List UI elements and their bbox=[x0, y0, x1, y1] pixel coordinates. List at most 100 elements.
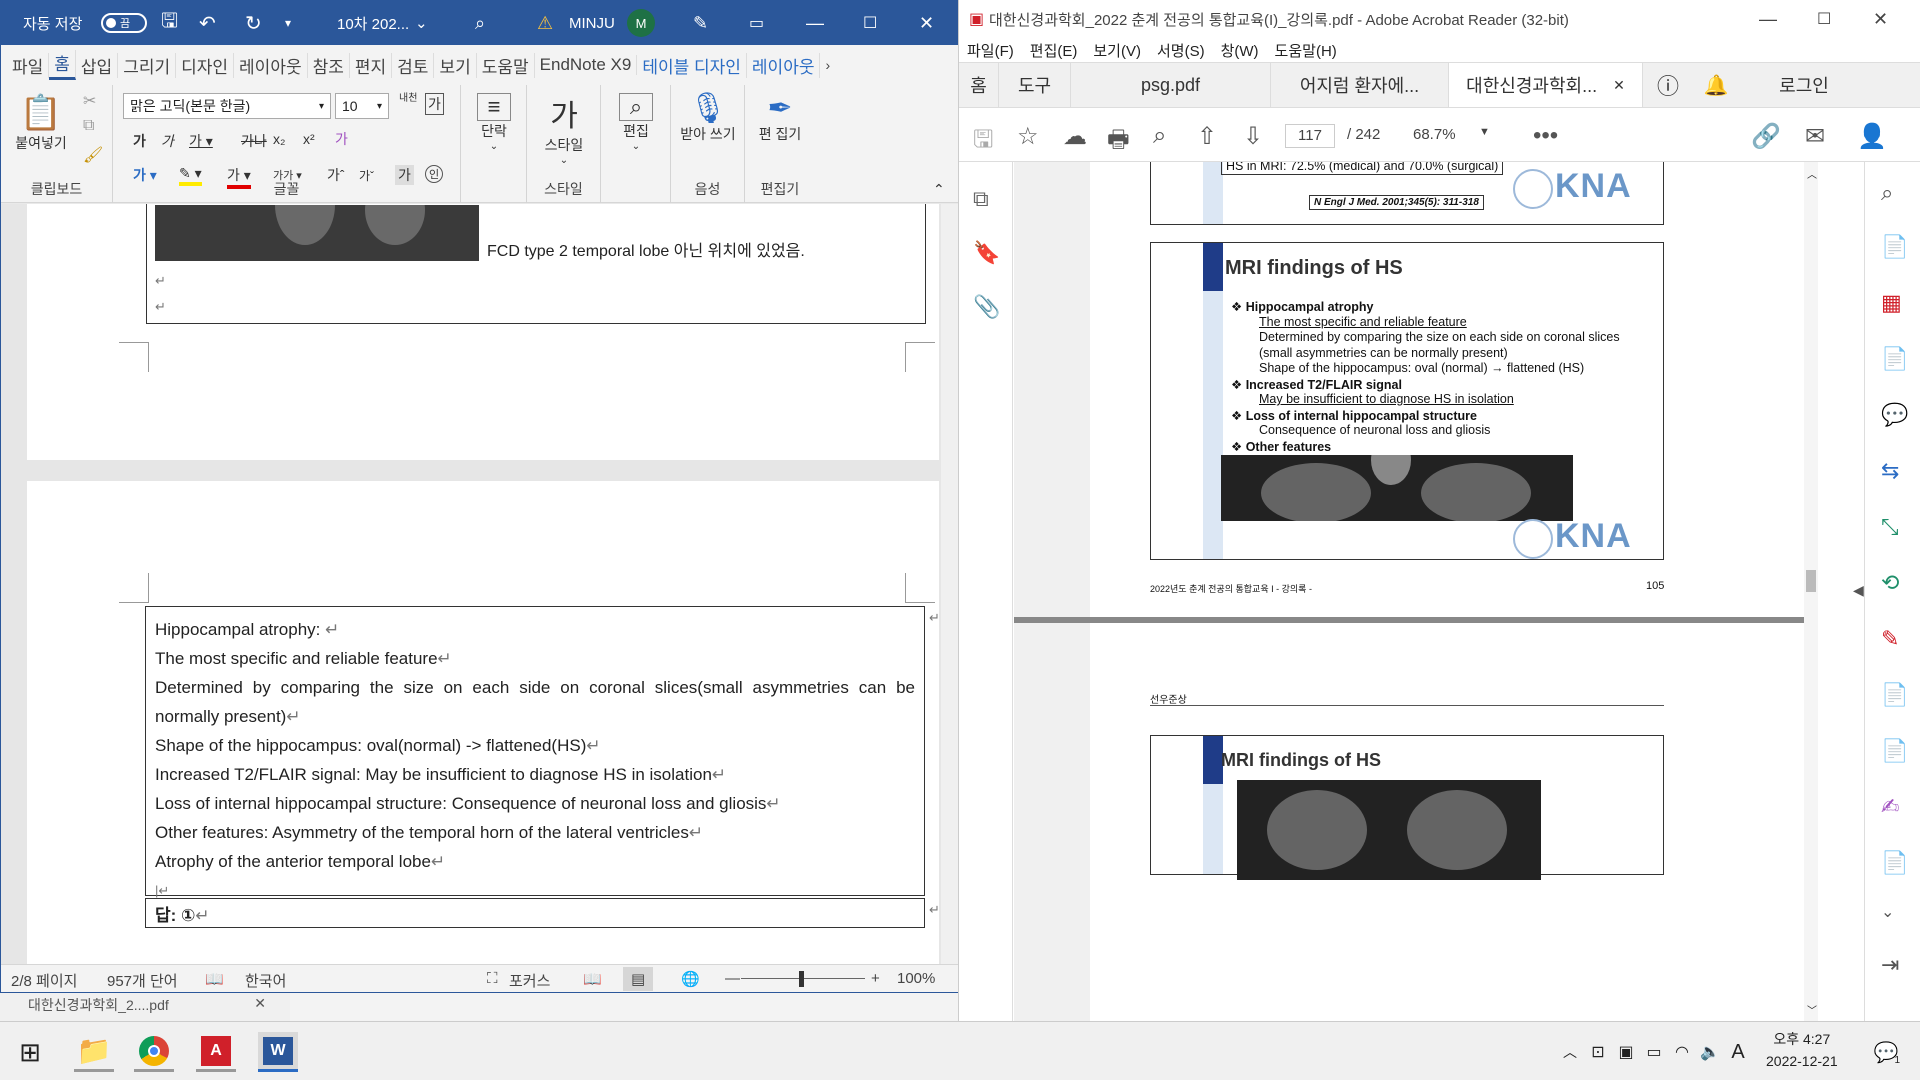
doc-title[interactable]: 10차 202... bbox=[337, 1, 409, 45]
font-size-select[interactable]: 10 ▾ bbox=[335, 93, 389, 119]
autosave-toggle[interactable]: 끔 bbox=[101, 1, 147, 45]
cut-icon[interactable]: ✂ bbox=[83, 91, 96, 111]
notification-icon[interactable]: 💬 1 bbox=[1866, 1032, 1906, 1072]
clear-format-icon[interactable]: 가 bbox=[425, 93, 444, 115]
tab-insert[interactable]: 삽입 bbox=[76, 52, 119, 78]
tab-design[interactable]: 디자인 bbox=[176, 52, 235, 78]
acrobat-icon[interactable]: A bbox=[196, 1032, 236, 1072]
zoom-icon[interactable]: ⌕ bbox=[1881, 180, 1893, 206]
pen-icon[interactable]: ✎ bbox=[693, 1, 708, 45]
notes-table-cell[interactable]: Hippocampal atrophy: ↵ The most specific… bbox=[145, 606, 925, 898]
upload-icon[interactable]: ☁ bbox=[1063, 122, 1087, 151]
menu-edit[interactable]: 편집(E) bbox=[1030, 40, 1078, 61]
language[interactable]: 한국어 bbox=[245, 970, 286, 991]
customize-icon[interactable]: ⌄ bbox=[1881, 902, 1894, 922]
maximize-icon[interactable]: ☐ bbox=[863, 1, 877, 45]
editor-button[interactable]: ✒ 편 집기 bbox=[753, 91, 807, 142]
ime-indicator[interactable]: A bbox=[1718, 1032, 1758, 1072]
login-button[interactable]: 로그인 bbox=[1739, 63, 1869, 107]
chevron-down-icon[interactable]: ⌄ bbox=[415, 1, 428, 45]
dictate-button[interactable]: 🎙 받아 쓰기 bbox=[679, 91, 737, 142]
pdf-scrollbar[interactable]: ︿ ﹀ bbox=[1804, 162, 1818, 1021]
scan-icon[interactable]: ⟲ bbox=[1881, 570, 1899, 596]
zoom-level[interactable]: 100% bbox=[897, 970, 935, 987]
menu-window[interactable]: 창(W) bbox=[1221, 40, 1259, 61]
bold-icon[interactable]: 가 bbox=[133, 131, 146, 151]
print-icon[interactable]: 🖶 bbox=[1107, 122, 1130, 163]
zoom-in-icon[interactable]: + bbox=[871, 970, 880, 987]
minimize-icon[interactable]: — bbox=[1759, 9, 1777, 30]
undo-icon[interactable]: ↶ bbox=[199, 1, 216, 45]
menu-file[interactable]: 파일(F) bbox=[967, 40, 1014, 61]
sign-icon[interactable]: ✍ bbox=[1881, 794, 1899, 820]
tab-layout[interactable]: 레이아웃 bbox=[234, 52, 308, 78]
background-tab[interactable]: 대한신경과학회_2....pdf ✕ bbox=[0, 993, 290, 1021]
menu-view[interactable]: 보기(V) bbox=[1093, 40, 1141, 61]
tab-dizziness[interactable]: 어지럼 환자에... bbox=[1271, 63, 1449, 107]
zoom-out-icon[interactable]: — bbox=[725, 970, 740, 987]
close-icon[interactable]: ✕ bbox=[1873, 9, 1888, 30]
italic-icon[interactable]: 가 bbox=[161, 131, 174, 151]
font-name-select[interactable]: 맑은 고딕(본문 한글) ▾ bbox=[123, 93, 331, 119]
minimize-icon[interactable]: — bbox=[806, 1, 824, 45]
comment-icon[interactable]: 💬 bbox=[1881, 402, 1908, 428]
tab-mailings[interactable]: 편지 bbox=[350, 52, 393, 78]
tab-endnote[interactable]: EndNote X9 bbox=[535, 55, 638, 75]
page-down-icon[interactable]: ⇩ bbox=[1243, 122, 1263, 151]
expand-panel-icon[interactable]: ◀ bbox=[1853, 582, 1864, 599]
page-count[interactable]: 2/8 페이지 bbox=[11, 970, 77, 991]
tab-tools[interactable]: 도구 bbox=[999, 63, 1071, 107]
tab-help[interactable]: 도움말 bbox=[477, 52, 535, 78]
search-icon[interactable]: ⌕ bbox=[475, 1, 485, 45]
collapse-right-icon[interactable]: ⇥ bbox=[1881, 952, 1899, 978]
page-up-icon[interactable]: ⇧ bbox=[1197, 122, 1217, 151]
more-icon[interactable]: ••• bbox=[1533, 122, 1558, 150]
close-tab-icon[interactable]: ✕ bbox=[1613, 77, 1625, 94]
edit-pdf-icon[interactable]: 📄 bbox=[1881, 682, 1908, 708]
close-icon[interactable]: ✕ bbox=[919, 1, 934, 45]
organize-icon[interactable]: ▦ bbox=[1881, 290, 1902, 316]
word-count[interactable]: 957개 단어 bbox=[107, 970, 178, 991]
export-icon[interactable]: ⇆ bbox=[1881, 458, 1899, 484]
paste-button[interactable]: 📋 붙여넣기 bbox=[11, 93, 71, 153]
zoom-search-icon[interactable]: ⌕ bbox=[1153, 122, 1166, 150]
save-icon[interactable]: 🖫 bbox=[973, 122, 993, 163]
zoom-value[interactable]: 68.7% bbox=[1413, 126, 1456, 143]
word-icon[interactable]: W bbox=[258, 1032, 298, 1072]
superscript-icon[interactable]: x² bbox=[303, 131, 315, 147]
grow-font-icon[interactable]: 내천 bbox=[399, 89, 417, 104]
bookmark-icon[interactable]: 🔖 bbox=[973, 240, 1000, 266]
tab-psg[interactable]: psg.pdf bbox=[1071, 63, 1271, 107]
tab-table-design[interactable]: 테이블 디자인 bbox=[637, 52, 747, 78]
answer-cell[interactable]: 답: ①↵ bbox=[145, 898, 925, 928]
menu-sign[interactable]: 서명(S) bbox=[1157, 40, 1205, 61]
styles-button[interactable]: 가 스타일 ⌄ bbox=[535, 91, 593, 166]
file-explorer-icon[interactable]: 📁 bbox=[74, 1032, 114, 1072]
attachment-icon[interactable]: 📎 bbox=[973, 294, 1000, 320]
help-icon[interactable]: ⓘ bbox=[1643, 63, 1693, 107]
ribbon-display-icon[interactable]: ▭ bbox=[749, 1, 764, 45]
proofing-icon[interactable]: 📖 bbox=[205, 970, 224, 988]
avatar[interactable]: M bbox=[627, 1, 655, 45]
share-user-icon[interactable]: 👤 bbox=[1857, 122, 1887, 151]
print-layout-icon[interactable]: ▤ bbox=[623, 967, 654, 991]
start-icon[interactable]: ⊞ bbox=[10, 1032, 50, 1072]
create-pdf-icon[interactable]: 📄 bbox=[1881, 234, 1908, 260]
tab-references[interactable]: 참조 bbox=[308, 52, 350, 78]
pdf-viewer[interactable]: HS in MRI: 72.5% (medical) and 70.0% (su… bbox=[1014, 162, 1818, 1021]
zoom-slider-thumb[interactable] bbox=[799, 971, 804, 987]
tab-file[interactable]: 파일 bbox=[7, 52, 50, 78]
web-layout-icon[interactable]: 🌐 bbox=[681, 970, 700, 988]
compress-icon[interactable]: ⤡ bbox=[1881, 514, 1899, 540]
tabs-scroll-right-icon[interactable]: › bbox=[820, 57, 835, 73]
document-area[interactable]: FCD type 2 temporal lobe 아닌 위치에 있었음. ↵ ↵… bbox=[1, 204, 941, 976]
fill-sign-icon[interactable]: ✎ bbox=[1881, 626, 1899, 652]
maximize-icon[interactable]: ☐ bbox=[1817, 9, 1831, 29]
subscript-icon[interactable]: x₂ bbox=[273, 131, 285, 147]
page-number-input[interactable]: 117 bbox=[1285, 124, 1335, 148]
menu-help[interactable]: 도움말(H) bbox=[1275, 40, 1337, 61]
focus-label[interactable]: 포커스 bbox=[509, 970, 550, 991]
collapse-ribbon-icon[interactable]: ⌃ bbox=[933, 181, 945, 198]
focus-icon[interactable]: ⛶ bbox=[487, 970, 498, 987]
underline-icon[interactable]: 가 ▾ bbox=[189, 131, 213, 151]
